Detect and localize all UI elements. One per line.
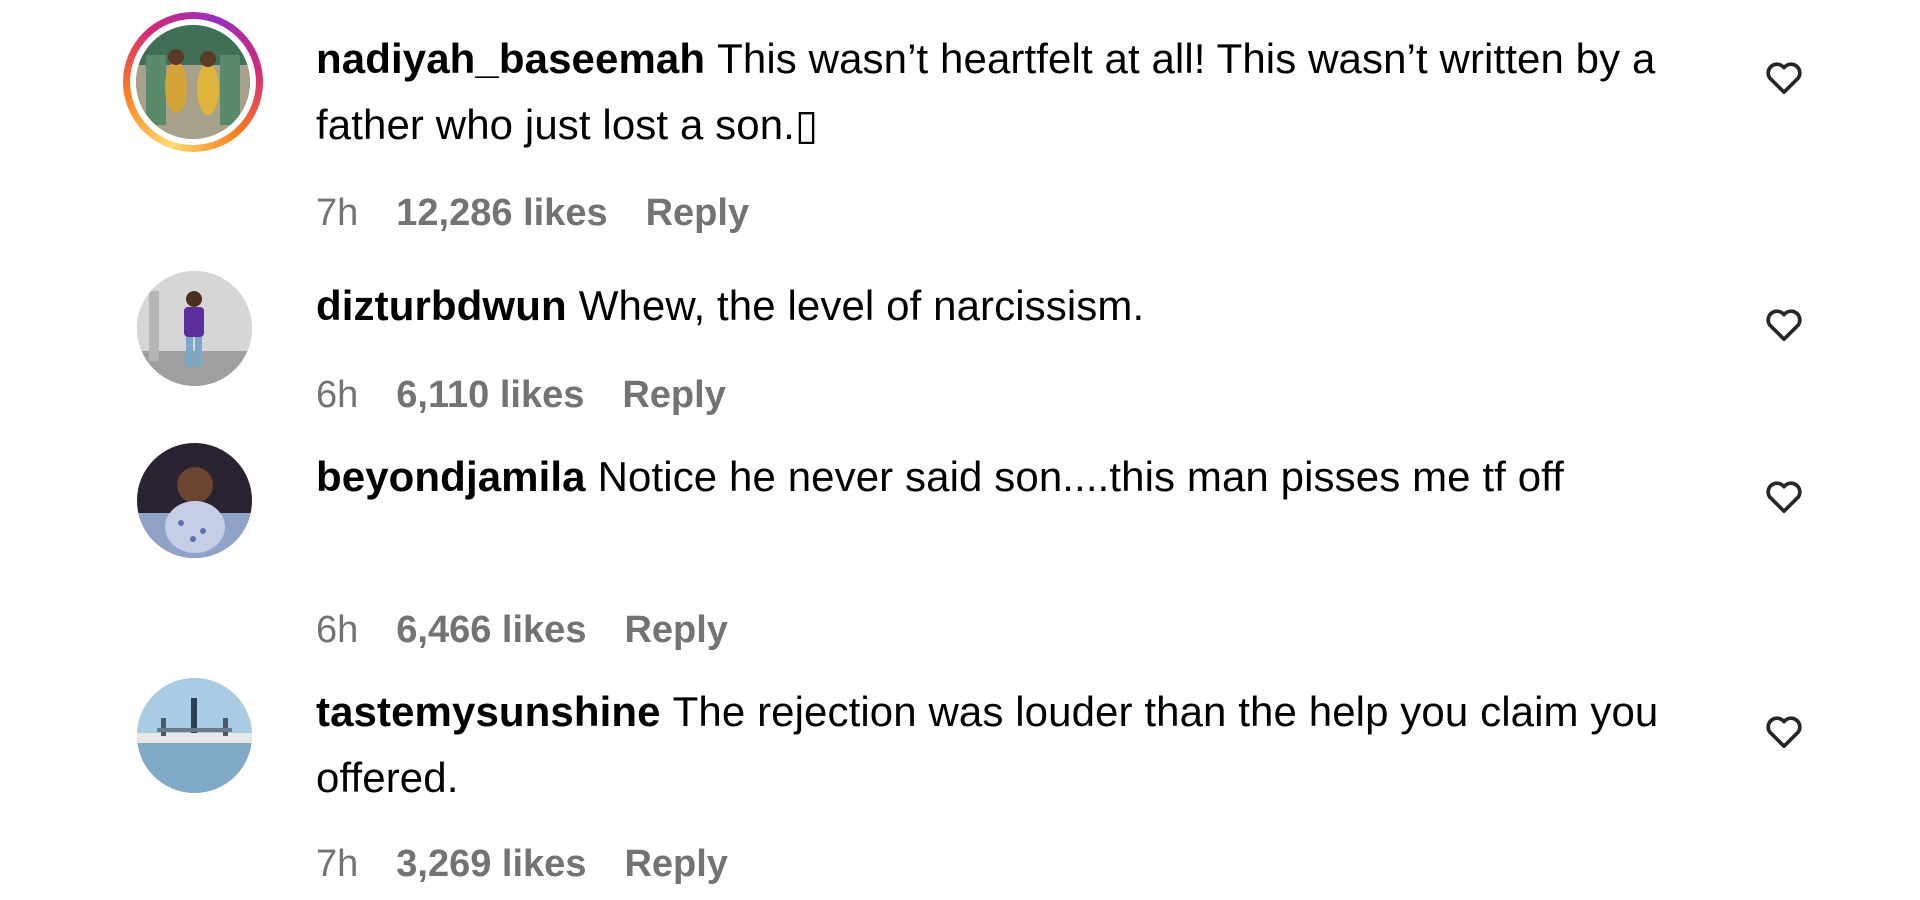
avatar[interactable] [137, 443, 252, 558]
avatar[interactable] [123, 12, 263, 152]
heart-outline-icon[interactable] [1764, 477, 1804, 517]
comment-body: nadiyah_baseemah This wasn’t heartfelt at… [316, 26, 1696, 158]
avatar-photo [136, 25, 250, 139]
heart-outline-icon[interactable] [1764, 305, 1804, 345]
comment-meta: 7h 3,269 likes Reply [316, 843, 766, 886]
comment-username[interactable]: beyondjamila [316, 453, 586, 500]
comment-body: dizturbdwun Whew, the level of narcissism… [316, 273, 1696, 339]
comment-likes[interactable]: 3,269 likes [396, 843, 586, 886]
comment-time: 7h [316, 192, 359, 234]
comment-likes[interactable]: 6,466 likes [396, 609, 586, 652]
comment-text: Whew, the level of narcissism. [578, 282, 1145, 329]
comments-list: nadiyah_baseemah This wasn’t heartfelt at… [0, 0, 1920, 900]
comment-likes[interactable]: 12,286 likes [396, 192, 607, 235]
comment-username[interactable]: nadiyah_baseemah [316, 35, 705, 82]
avatar[interactable] [137, 678, 252, 793]
comment-time: 6h [316, 609, 359, 651]
comment-likes[interactable]: 6,110 likes [396, 374, 584, 417]
comment-time: 6h [316, 374, 359, 416]
comment-meta: 6h 6,110 likes Reply [316, 374, 764, 417]
heart-outline-icon[interactable] [1764, 712, 1804, 752]
avatar[interactable] [137, 271, 252, 386]
reply-button[interactable]: Reply [646, 192, 749, 235]
comment-meta: 7h 12,286 likes Reply [316, 192, 787, 235]
comment-body: beyondjamila Notice he never said son....… [316, 444, 1696, 510]
comment-time: 7h [316, 843, 359, 885]
reply-button[interactable]: Reply [624, 843, 727, 886]
comment-username[interactable]: dizturbdwun [316, 282, 567, 329]
reply-button[interactable]: Reply [622, 374, 725, 417]
comment-username[interactable]: tastemysunshine [316, 688, 661, 735]
reply-button[interactable]: Reply [624, 609, 727, 652]
comment-body: tastemysunshine The rejection was louder … [316, 679, 1696, 811]
heart-outline-icon[interactable] [1764, 58, 1804, 98]
comment-text: Notice he never said son....this man pis… [597, 453, 1564, 500]
comment-meta: 6h 6,466 likes Reply [316, 609, 766, 652]
